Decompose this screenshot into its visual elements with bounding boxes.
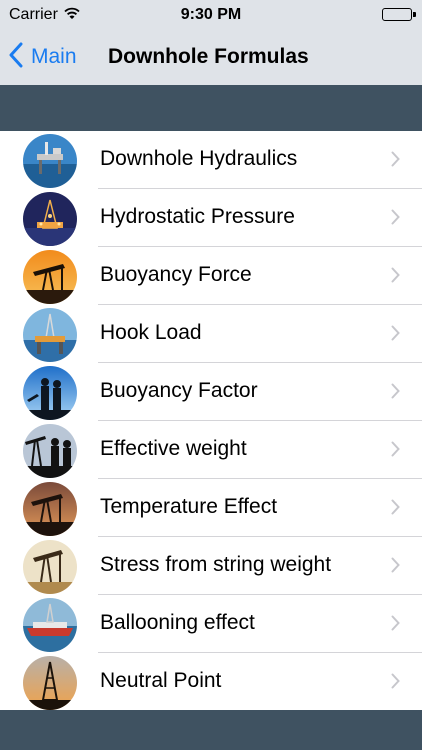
back-button[interactable]: Main	[9, 42, 77, 72]
rig-at-night-thumbnail	[23, 192, 77, 246]
pumpjack-dusk-thumbnail	[23, 482, 77, 536]
formula-list[interactable]: Downhole Hydraulics Hydrostatic Pressure	[0, 131, 422, 710]
pumpjack-sunset-thumbnail	[23, 250, 77, 304]
list-item-label: Effective weight	[100, 437, 247, 460]
offshore-rig-thumbnail	[23, 308, 77, 362]
workers-silhouette-thumbnail	[23, 366, 77, 420]
pumpjack-handshake-thumbnail	[23, 424, 77, 478]
list-item-downhole-hydraulics[interactable]: Downhole Hydraulics	[0, 131, 422, 189]
footer-band	[0, 710, 422, 750]
offshore-platform-thumbnail	[23, 134, 77, 188]
list-item-neutral-point[interactable]: Neutral Point	[0, 653, 422, 710]
chevron-right-icon	[391, 325, 400, 346]
list-item-label: Hydrostatic Pressure	[100, 205, 295, 228]
list-item-label: Downhole Hydraulics	[100, 147, 298, 170]
list-item-label: Neutral Point	[100, 669, 222, 692]
status-bar: Carrier 9:30 PM	[0, 0, 422, 30]
list-item-buoyancy-force[interactable]: Buoyancy Force	[0, 247, 422, 305]
battery-icon	[382, 8, 416, 21]
list-item-effective-weight[interactable]: Effective weight	[0, 421, 422, 479]
list-item-ballooning-effect[interactable]: Ballooning effect	[0, 595, 422, 653]
pumpjack-field-thumbnail	[23, 540, 77, 594]
chevron-right-icon	[391, 267, 400, 288]
back-button-label: Main	[31, 45, 77, 68]
chevron-right-icon	[391, 673, 400, 694]
clock: 9:30 PM	[180, 6, 242, 23]
section-header-band	[0, 85, 422, 131]
list-item-hook-load[interactable]: Hook Load	[0, 305, 422, 363]
chevron-right-icon	[391, 209, 400, 230]
list-item-label: Ballooning effect	[100, 611, 255, 634]
list-item-temperature-effect[interactable]: Temperature Effect	[0, 479, 422, 537]
list-item-label: Buoyancy Factor	[100, 379, 258, 402]
list-item-label: Stress from string weight	[100, 553, 332, 576]
chevron-right-icon	[391, 151, 400, 172]
list-item-label: Buoyancy Force	[100, 263, 252, 286]
list-item-label: Temperature Effect	[100, 495, 278, 518]
chevron-right-icon	[391, 499, 400, 520]
chevron-right-icon	[391, 441, 400, 462]
list-item-hydrostatic-pressure[interactable]: Hydrostatic Pressure	[0, 189, 422, 247]
drillship-thumbnail	[23, 598, 77, 652]
derrick-sunset-thumbnail	[23, 656, 77, 710]
chevron-left-icon	[9, 42, 23, 73]
list-item-label: Hook Load	[100, 321, 202, 344]
navigation-bar: Main Downhole Formulas	[0, 30, 422, 85]
chevron-right-icon	[391, 557, 400, 578]
list-item-stress-from-string-weight[interactable]: Stress from string weight	[0, 537, 422, 595]
chevron-right-icon	[391, 383, 400, 404]
page-title: Downhole Formulas	[108, 45, 309, 68]
list-item-buoyancy-factor[interactable]: Buoyancy Factor	[0, 363, 422, 421]
chevron-right-icon	[391, 615, 400, 636]
